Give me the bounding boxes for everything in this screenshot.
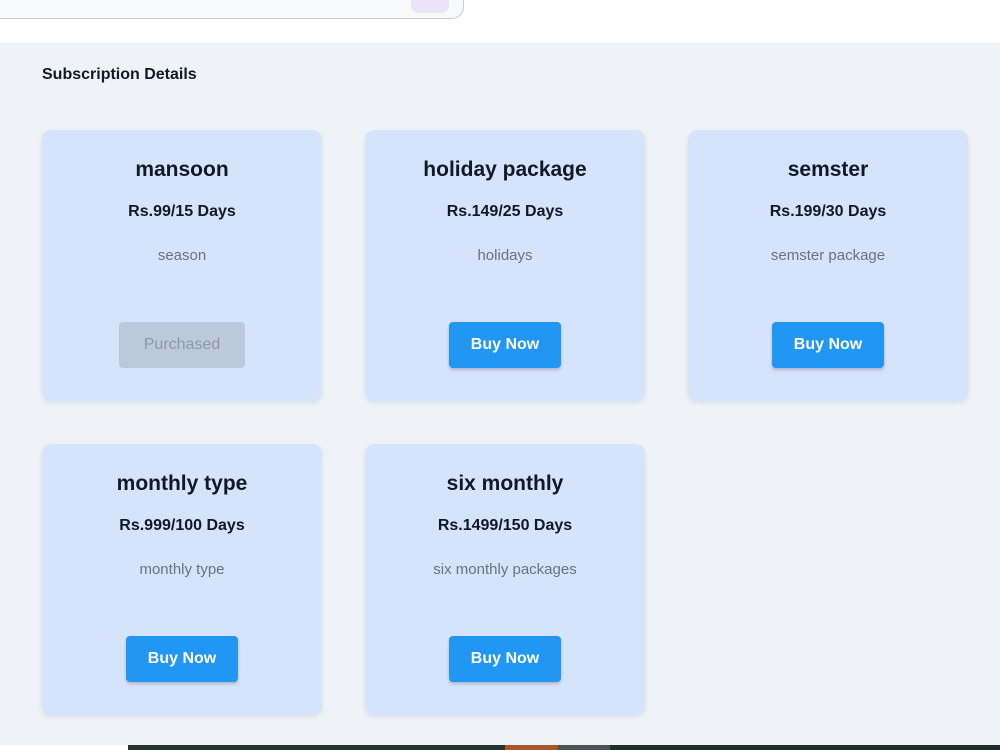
buy-now-button[interactable]: Buy Now	[772, 322, 884, 368]
plan-description: holidays	[477, 247, 533, 264]
bottom-strip-segment	[505, 745, 558, 750]
plan-description: season	[157, 247, 207, 264]
plan-price: Rs.1499/150 Days	[437, 517, 573, 534]
plan-title: semster	[787, 158, 869, 181]
buy-now-button[interactable]: Buy Now	[449, 636, 561, 682]
plan-card-six-monthly: six monthly Rs.1499/150 Days six monthly…	[365, 444, 645, 715]
plan-description: semster package	[770, 247, 886, 264]
buy-now-button[interactable]: Buy Now	[449, 322, 561, 368]
top-bar	[0, 0, 1000, 43]
plan-grid: mansoon Rs.99/15 Days season Purchased h…	[42, 130, 969, 715]
plan-title: monthly type	[116, 472, 248, 495]
plan-price: Rs.99/15 Days	[128, 203, 236, 220]
bottom-strip-segment	[558, 745, 610, 750]
plan-card-holiday-package: holiday package Rs.149/25 Days holidays …	[365, 130, 645, 401]
buy-now-button[interactable]: Buy Now	[126, 636, 238, 682]
search-box[interactable]	[0, 0, 464, 19]
bottom-strip-segment	[610, 745, 1000, 750]
subscription-section: Subscription Details mansoon Rs.99/15 Da…	[0, 43, 1000, 745]
bottom-strip-segment	[128, 745, 505, 750]
search-action-button[interactable]	[411, 0, 449, 13]
plan-price: Rs.999/100 Days	[119, 517, 245, 534]
plan-price: Rs.149/25 Days	[446, 203, 564, 220]
bottom-strip	[0, 745, 1000, 750]
plan-card-semster: semster Rs.199/30 Days semster package B…	[688, 130, 968, 401]
section-title: Subscription Details	[42, 66, 197, 83]
plan-price: Rs.199/30 Days	[769, 203, 887, 220]
plan-card-monthly-type: monthly type Rs.999/100 Days monthly typ…	[42, 444, 322, 715]
purchased-button: Purchased	[119, 322, 245, 368]
plan-title: mansoon	[135, 158, 229, 181]
plan-description: six monthly packages	[433, 561, 577, 578]
plan-card-mansoon: mansoon Rs.99/15 Days season Purchased	[42, 130, 322, 401]
plan-title: six monthly	[446, 472, 564, 495]
plan-title: holiday package	[423, 158, 587, 181]
plan-description: monthly type	[139, 561, 225, 578]
